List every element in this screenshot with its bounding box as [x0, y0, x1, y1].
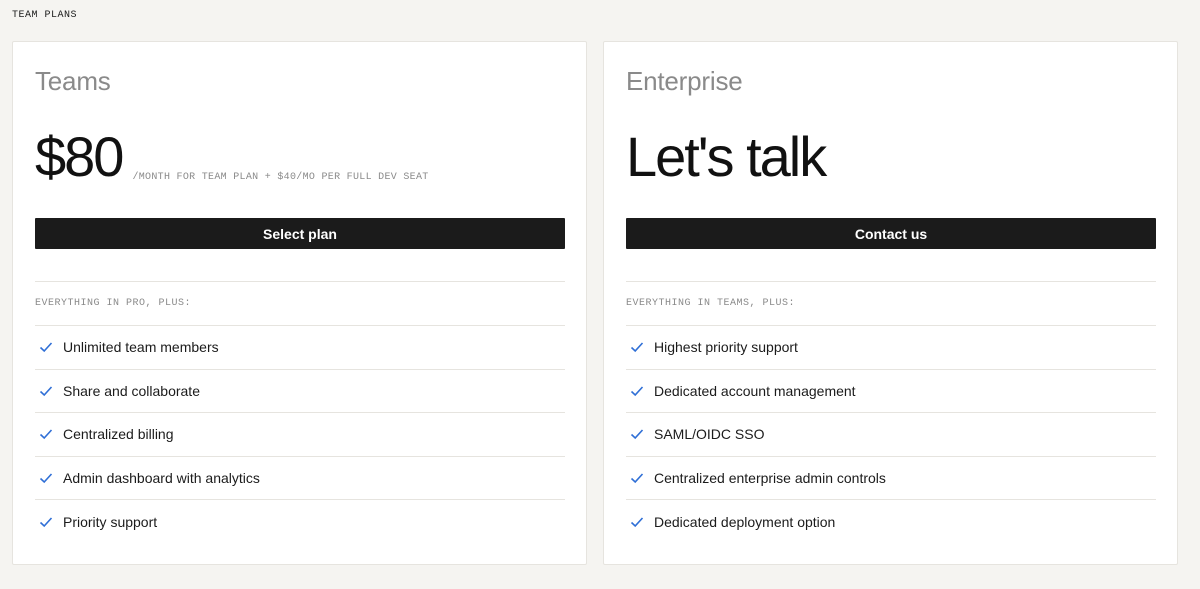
- feature-item: Admin dashboard with analytics: [35, 455, 565, 500]
- plan-card-enterprise: Enterprise Let's talk Contact us EVERYTH…: [603, 41, 1178, 565]
- feature-label: Centralized enterprise admin controls: [654, 470, 886, 487]
- feature-item: Dedicated account management: [626, 368, 1156, 413]
- select-plan-button[interactable]: Select plan: [35, 218, 565, 249]
- plan-card-teams: Teams $80/MONTH FOR TEAM PLAN + $40/MO P…: [12, 41, 587, 565]
- check-icon: [630, 515, 644, 529]
- check-icon: [630, 340, 644, 354]
- feature-item: Dedicated deployment option: [626, 499, 1156, 543]
- feature-item: Priority support: [35, 499, 565, 543]
- feature-label: Highest priority support: [654, 339, 798, 356]
- price-row: $80/MONTH FOR TEAM PLAN + $40/MO PER FUL…: [35, 127, 429, 187]
- divider: [35, 281, 565, 282]
- plan-name: Enterprise: [626, 66, 743, 96]
- feature-list: Highest priority support Dedicated accou…: [626, 325, 1156, 543]
- feature-item: Share and collaborate: [35, 368, 565, 413]
- check-icon: [39, 340, 53, 354]
- check-icon: [39, 515, 53, 529]
- feature-label: Share and collaborate: [63, 382, 200, 399]
- feature-label: Dedicated account management: [654, 382, 856, 399]
- divider: [626, 281, 1156, 282]
- feature-label: SAML/OIDC SSO: [654, 426, 765, 443]
- feature-list: Unlimited team members Share and collabo…: [35, 325, 565, 543]
- feature-item: SAML/OIDC SSO: [626, 412, 1156, 456]
- price-note: /MONTH FOR TEAM PLAN + $40/MO PER FULL D…: [132, 172, 429, 183]
- features-heading: EVERYTHING IN TEAMS, PLUS:: [626, 298, 796, 309]
- feature-item: Centralized enterprise admin controls: [626, 455, 1156, 500]
- feature-label: Unlimited team members: [63, 339, 219, 356]
- check-icon: [630, 471, 644, 485]
- contact-us-button[interactable]: Contact us: [626, 218, 1156, 249]
- feature-label: Dedicated deployment option: [654, 513, 836, 530]
- feature-label: Centralized billing: [63, 426, 174, 443]
- feature-label: Admin dashboard with analytics: [63, 470, 260, 487]
- check-icon: [39, 471, 53, 485]
- feature-item: Unlimited team members: [35, 325, 565, 369]
- plan-name: Teams: [35, 66, 111, 96]
- check-icon: [630, 427, 644, 441]
- plan-price: $80: [35, 125, 124, 188]
- check-icon: [630, 384, 644, 398]
- features-heading: EVERYTHING IN PRO, PLUS:: [35, 298, 192, 309]
- feature-item: Centralized billing: [35, 412, 565, 456]
- check-icon: [39, 384, 53, 398]
- feature-item: Highest priority support: [626, 325, 1156, 369]
- plan-price: Let's talk: [626, 125, 827, 188]
- feature-label: Priority support: [63, 513, 158, 530]
- check-icon: [39, 427, 53, 441]
- section-title: TEAM PLANS: [12, 10, 78, 21]
- price-row: Let's talk: [626, 125, 827, 188]
